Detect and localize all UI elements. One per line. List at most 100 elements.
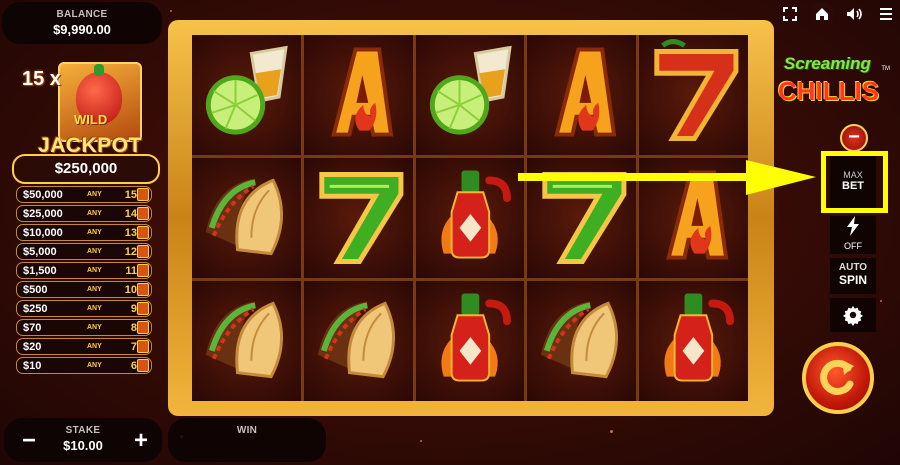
reel-cell: [192, 281, 301, 401]
taco-icon: [317, 301, 395, 379]
logo-trademark: TM: [881, 66, 890, 72]
tier-any: ANY: [87, 267, 102, 274]
gear-icon: [842, 305, 864, 326]
hot-sauce-icon: [664, 293, 735, 382]
seven-red-icon: [654, 39, 739, 141]
chili-mini-icon: [137, 226, 149, 239]
tier-count: 13: [124, 226, 137, 239]
hot-sauce-icon: [441, 170, 511, 259]
tier-count: 10: [124, 283, 137, 296]
stake-decrease-button[interactable]: −: [22, 427, 36, 455]
tier-any: ANY: [87, 229, 102, 236]
balance-display: BALANCE $9,990.00: [2, 2, 162, 44]
reel-cell: [639, 35, 748, 155]
stake-control: − STAKE $10.00 +: [4, 418, 162, 462]
wild-chili-card: [58, 62, 142, 142]
chili-mini-icon: [137, 302, 149, 315]
win-display: WIN: [168, 418, 326, 462]
settings-button[interactable]: [830, 298, 876, 332]
chili-mini-icon: [137, 283, 149, 296]
tier-count: 6: [130, 359, 137, 372]
reel-cell: [527, 35, 637, 155]
tier-amount: $1,500: [23, 264, 57, 277]
tier-amount: $5,000: [23, 245, 57, 258]
logo-line1: Screaming: [784, 54, 871, 73]
tier-any: ANY: [87, 305, 102, 312]
ember: [170, 10, 172, 12]
tier-amount: $50,000: [23, 188, 63, 201]
chili-mini-icon: [137, 245, 149, 258]
jackpot-tier-row: $70 ANY 8: [16, 319, 152, 336]
chili-mini-icon: [137, 340, 149, 353]
reel-cell: [192, 35, 301, 155]
ember: [610, 430, 613, 433]
tier-amount: $500: [23, 283, 48, 296]
jackpot-tier-row: $5,000 ANY 12: [16, 243, 152, 260]
reel-cell: [303, 281, 413, 401]
jackpot-tier-row: $20 ANY 7: [16, 338, 152, 355]
tier-any: ANY: [87, 343, 102, 350]
annotation-arrow-icon: [518, 160, 816, 195]
tier-amount: $250: [23, 302, 48, 315]
tier-count: 9: [130, 302, 137, 315]
tier-count: 15: [124, 188, 137, 201]
tier-count: 7: [130, 340, 137, 353]
tier-amount: $70: [23, 321, 42, 334]
game-logo: Screaming CHILLIS TM: [778, 48, 894, 110]
turbo-button[interactable]: OFF: [830, 216, 876, 254]
turbo-state: OFF: [844, 241, 862, 251]
chili-mini-icon: [137, 321, 149, 334]
seven-green-icon: [319, 172, 404, 264]
menu-icon[interactable]: [876, 4, 896, 24]
ember: [420, 440, 422, 442]
reel-cell: [415, 158, 525, 278]
tier-count: 12: [124, 245, 137, 258]
jackpot-art: 15 x WILD JACKPOT: [22, 62, 150, 157]
tier-any: ANY: [87, 324, 102, 331]
ace-icon: [554, 47, 617, 137]
reel-cell: [303, 158, 413, 278]
ace-icon: [330, 47, 394, 137]
tier-count: 8: [130, 321, 137, 334]
tier-count: 11: [125, 264, 137, 277]
ember: [880, 300, 882, 302]
lime-tequila-icon: [429, 45, 512, 135]
spin-button[interactable]: [802, 342, 874, 414]
autospin-button[interactable]: AUTO SPIN: [830, 258, 876, 294]
autospin-line1: AUTO: [838, 262, 868, 273]
tier-count: 14: [124, 207, 137, 220]
fullscreen-icon[interactable]: [780, 4, 800, 24]
tier-amount: $10,000: [23, 226, 63, 239]
reel-cell: [639, 281, 748, 401]
tier-any: ANY: [87, 362, 102, 369]
stake-increase-button[interactable]: +: [134, 427, 148, 455]
jackpot-tier-row: $250 ANY 9: [16, 300, 152, 317]
chili-mini-icon: [137, 359, 149, 372]
tier-any: ANY: [87, 248, 102, 255]
tier-amount: $10: [23, 359, 42, 372]
jackpot-total: $250,000: [12, 154, 160, 184]
wild-label: WILD: [74, 112, 108, 127]
tier-any: ANY: [87, 191, 102, 198]
jackpot-tier-row: $10,000 ANY 13: [16, 224, 152, 241]
win-label: WIN: [236, 425, 258, 436]
jackpot-tier-list: $50,000 ANY 15 $25,000 ANY 14 $10,000 ANY 13 $5,0…: [16, 186, 152, 376]
reel-cell: [192, 158, 301, 278]
tier-any: ANY: [87, 210, 102, 217]
sound-icon[interactable]: [844, 4, 864, 24]
chili-mini-icon: [137, 188, 149, 201]
jackpot-tier-row: $50,000 ANY 15: [16, 186, 152, 203]
tier-any: ANY: [87, 286, 102, 293]
autospin-line2: SPIN: [838, 273, 867, 287]
reel-cell: [415, 35, 525, 155]
reel-grid: [192, 35, 748, 401]
jackpot-tier-row: $1,500 ANY 11: [16, 262, 152, 279]
lime-tequila-icon: [205, 45, 288, 135]
balance-label: BALANCE: [56, 9, 108, 20]
bet-decrease-button[interactable]: −: [840, 124, 868, 152]
reel-frame: [168, 20, 774, 416]
home-icon[interactable]: [810, 2, 834, 26]
tier-amount: $25,000: [23, 207, 63, 220]
jackpot-multiplier: 15 x: [22, 68, 61, 90]
chili-mini-icon: [137, 264, 149, 277]
